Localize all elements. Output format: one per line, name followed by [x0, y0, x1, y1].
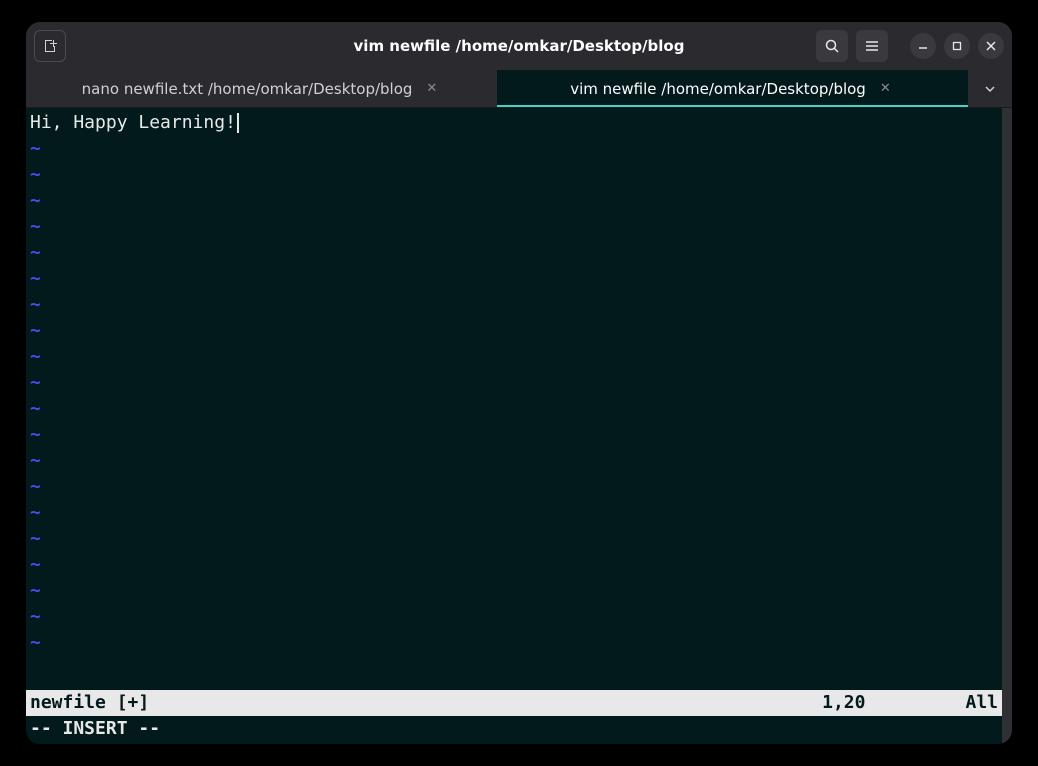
tab-nano[interactable]: nano newfile.txt /home/omkar/Desktop/blo… — [26, 70, 497, 107]
tab-label: nano newfile.txt /home/omkar/Desktop/blo… — [82, 80, 413, 98]
editor-text: Hi, Happy Learning! — [30, 112, 236, 133]
text-cursor — [237, 113, 239, 133]
empty-line-marker: ~ — [30, 370, 998, 396]
empty-line-marker: ~ — [30, 292, 998, 318]
empty-line-marker: ~ — [30, 240, 998, 266]
status-percent: All — [965, 690, 998, 716]
new-tab-icon — [42, 38, 58, 54]
empty-line-marker: ~ — [30, 318, 998, 344]
search-button[interactable] — [816, 30, 848, 62]
close-button[interactable] — [978, 33, 1004, 59]
empty-line-marker: ~ — [30, 474, 998, 500]
titlebar-right-group — [816, 30, 1004, 62]
empty-line-marker: ~ — [30, 500, 998, 526]
empty-line-marker: ~ — [30, 526, 998, 552]
maximize-button[interactable] — [944, 33, 970, 59]
empty-line-marker: ~ — [30, 214, 998, 240]
empty-line-marker: ~ — [30, 630, 998, 656]
maximize-icon — [951, 40, 963, 52]
titlebar: vim newfile /home/omkar/Desktop/blog — [26, 22, 1012, 70]
empty-line-marker: ~ — [30, 396, 998, 422]
status-position: 1,20 — [822, 690, 965, 716]
tab-bar: nano newfile.txt /home/omkar/Desktop/blo… — [26, 70, 1012, 108]
minimize-icon — [917, 40, 929, 52]
empty-line-marker: ~ — [30, 604, 998, 630]
editor-content-line: Hi, Happy Learning! — [30, 110, 998, 136]
empty-line-marker: ~ — [30, 344, 998, 370]
tab-close-button[interactable]: ✕ — [876, 79, 895, 98]
tab-dropdown-button[interactable] — [968, 70, 1012, 107]
hamburger-icon — [864, 38, 880, 54]
empty-line-marker: ~ — [30, 448, 998, 474]
editor-body[interactable]: Hi, Happy Learning! ~~~~~~~~~~~~~~~~~~~~ — [26, 108, 1002, 688]
empty-lines: ~~~~~~~~~~~~~~~~~~~~ — [30, 136, 998, 656]
new-tab-button[interactable] — [34, 30, 66, 62]
scrollbar[interactable] — [1002, 108, 1012, 744]
tab-close-button[interactable]: ✕ — [422, 79, 441, 98]
search-icon — [824, 38, 840, 54]
close-icon — [985, 40, 997, 52]
empty-line-marker: ~ — [30, 136, 998, 162]
vim-status-line: newfile [+] 1,20 All — [26, 690, 1002, 716]
status-filename: newfile [+] — [30, 690, 149, 716]
chevron-down-icon — [983, 82, 997, 96]
menu-button[interactable] — [856, 30, 888, 62]
empty-line-marker: ~ — [30, 552, 998, 578]
vim-mode-line: -- INSERT -- — [26, 716, 1002, 742]
tab-vim[interactable]: vim newfile /home/omkar/Desktop/blog ✕ — [497, 70, 968, 107]
terminal-window: vim newfile /home/omkar/Desktop/blog — [26, 22, 1012, 744]
empty-line-marker: ~ — [30, 578, 998, 604]
empty-line-marker: ~ — [30, 162, 998, 188]
terminal-area[interactable]: Hi, Happy Learning! ~~~~~~~~~~~~~~~~~~~~… — [26, 108, 1012, 744]
empty-line-marker: ~ — [30, 188, 998, 214]
empty-line-marker: ~ — [30, 422, 998, 448]
empty-line-marker: ~ — [30, 266, 998, 292]
minimize-button[interactable] — [910, 33, 936, 59]
tab-label: vim newfile /home/omkar/Desktop/blog — [570, 80, 866, 98]
